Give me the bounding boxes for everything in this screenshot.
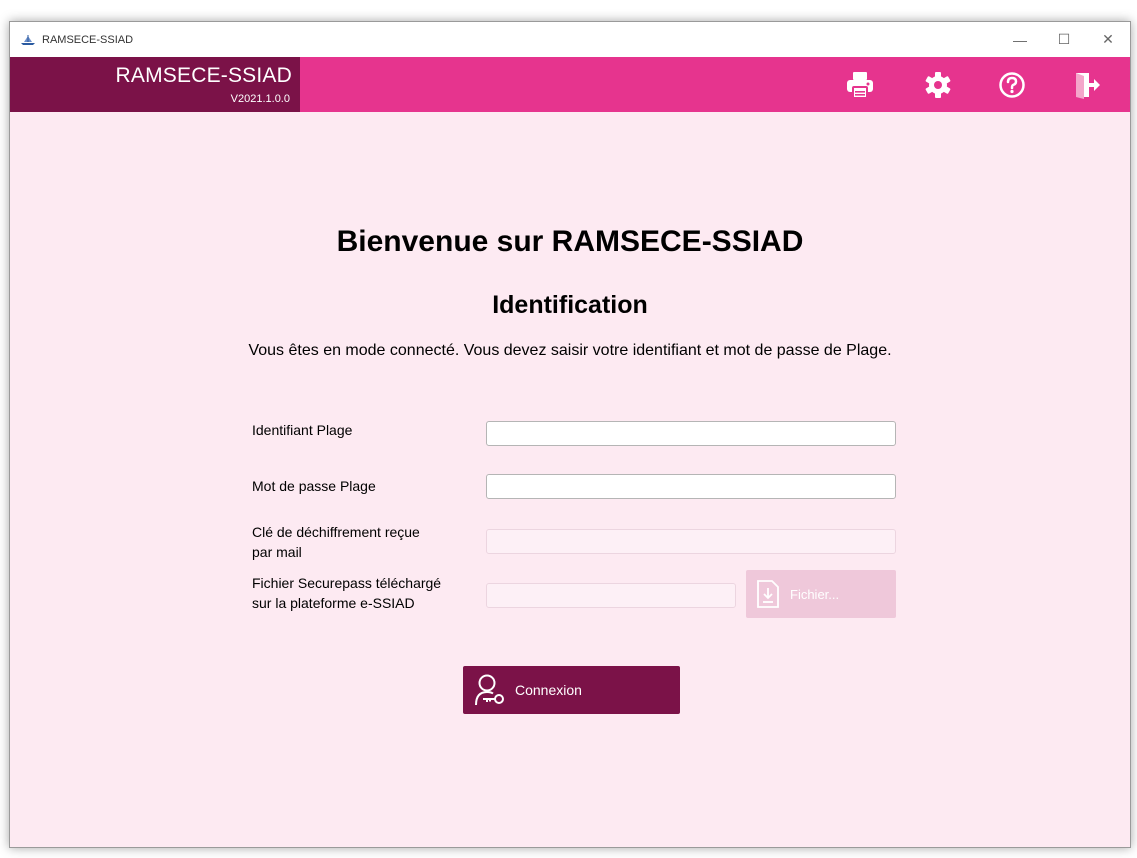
password-input[interactable] [486,474,896,499]
app-name: RAMSECE-SSIAD [115,64,292,87]
minimize-button[interactable]: — [998,22,1042,57]
securepass-file-input[interactable] [486,583,736,608]
user-key-icon [475,674,504,706]
gear-icon[interactable] [920,68,956,102]
decryption-key-label-line1: Clé de déchiffrement reçue [252,524,420,540]
connexion-button[interactable]: Connexion [463,666,680,714]
identifiant-label: Identifiant Plage [252,422,353,438]
app-version: V2021.1.0.0 [230,93,290,105]
decryption-key-label: Clé de déchiffrement reçue par mail [252,522,420,562]
welcome-title: Bienvenue sur RAMSECE-SSIAD [336,225,804,258]
window-title: RAMSECE-SSIAD [42,33,134,46]
maximize-button[interactable]: ☐ [1042,22,1086,57]
instruction-text: Vous êtes en mode connecté. Vous devez s… [248,342,892,359]
brand-block: RAMSECE-SSIAD V2021.1.0.0 [10,57,300,112]
securepass-file-label-line1: Fichier Securepass téléchargé [252,575,442,591]
app-logo-icon [21,34,35,45]
close-button[interactable]: ✕ [1086,22,1130,57]
file-download-icon [757,580,779,608]
app-window: RAMSECE-SSIAD — ☐ ✕ RAMSECE-SSIAD V2021.… [9,21,1131,848]
connexion-button-label: Connexion [515,682,582,698]
decryption-key-input[interactable] [486,529,896,554]
title-bar: RAMSECE-SSIAD — ☐ ✕ [10,22,1130,57]
securepass-file-label: Fichier Securepass téléchargé sur la pla… [252,573,441,613]
decryption-key-label-line2: par mail [252,544,302,560]
browse-file-button[interactable]: Fichier... [746,570,896,618]
password-label: Mot de passe Plage [252,478,376,494]
printer-icon[interactable] [842,68,878,102]
identifiant-input[interactable] [486,421,896,446]
browse-file-button-label: Fichier... [790,586,840,602]
securepass-file-label-line2: sur la plateforme e-SSIAD [252,595,415,611]
exit-icon[interactable] [1069,68,1105,102]
app-header: RAMSECE-SSIAD V2021.1.0.0 [10,57,1130,112]
help-icon[interactable] [994,68,1030,102]
section-title: Identification [492,291,648,319]
